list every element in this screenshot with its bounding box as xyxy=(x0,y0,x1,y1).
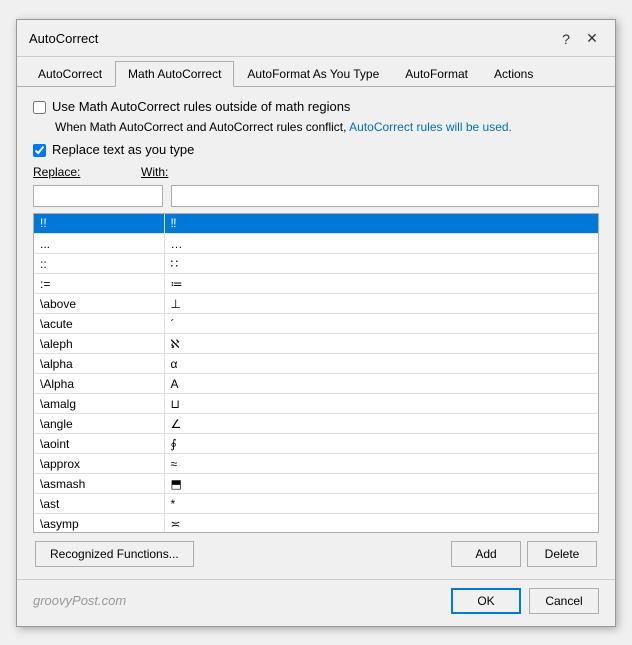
with-col-header: With: xyxy=(141,165,168,179)
tab-autoformat[interactable]: AutoFormat xyxy=(392,61,481,87)
tab-autocorrect[interactable]: AutoCorrect xyxy=(25,61,115,87)
tab-math-autocorrect[interactable]: Math AutoCorrect xyxy=(115,61,234,87)
with-cell: … xyxy=(164,234,598,254)
outside-math-checkbox[interactable] xyxy=(33,101,46,114)
autocorrect-dialog: AutoCorrect ? ✕ AutoCorrect Math AutoCor… xyxy=(16,19,616,627)
add-delete-buttons: Add Delete xyxy=(451,541,597,567)
replace-cell: ... xyxy=(34,234,164,254)
main-content: Use Math AutoCorrect rules outside of ma… xyxy=(17,87,615,579)
with-cell: * xyxy=(164,494,598,514)
table-row[interactable]: :=≔ xyxy=(34,274,598,294)
replace-cell: \asymp xyxy=(34,514,164,533)
table: !!‼...…::∷:=≔\above⊥\acute´\alephℵ\alpha… xyxy=(34,214,598,533)
with-cell: ∮ xyxy=(164,434,598,454)
table-row[interactable]: \alephℵ xyxy=(34,334,598,354)
replace-checkbox[interactable] xyxy=(33,144,46,157)
watermark: groovyPost.com xyxy=(33,593,126,608)
table-row[interactable]: \approx≈ xyxy=(34,454,598,474)
add-button[interactable]: Add xyxy=(451,541,521,567)
autocorrect-table[interactable]: !!‼...…::∷:=≔\above⊥\acute´\alephℵ\alpha… xyxy=(33,213,599,533)
column-headers: Replace: With: xyxy=(33,165,599,179)
with-cell: ℵ xyxy=(164,334,598,354)
replace-with-section: Replace: With: !!‼...…::∷:=≔\above⊥\acut… xyxy=(33,165,599,533)
ok-cancel-buttons: OK Cancel xyxy=(451,588,599,614)
table-row[interactable]: \angle∠ xyxy=(34,414,598,434)
replace-cell: \aleph xyxy=(34,334,164,354)
replace-cell: \asmash xyxy=(34,474,164,494)
input-row xyxy=(33,185,599,207)
with-cell: A xyxy=(164,374,598,394)
replace-cell: \above xyxy=(34,294,164,314)
replace-cell: := xyxy=(34,274,164,294)
replace-cell: \alpha xyxy=(34,354,164,374)
title-controls: ? ✕ xyxy=(555,28,603,50)
table-row[interactable]: \AlphaA xyxy=(34,374,598,394)
replace-cell: !! xyxy=(34,214,164,234)
replace-label-text[interactable]: Replace text as you type xyxy=(52,142,194,157)
replace-input[interactable] xyxy=(33,185,163,207)
table-row[interactable]: \above⊥ xyxy=(34,294,598,314)
replace-cell: \acute xyxy=(34,314,164,334)
with-cell: ‼ xyxy=(164,214,598,234)
replace-as-you-type-row: Replace text as you type xyxy=(33,142,599,157)
with-cell: ⬒ xyxy=(164,474,598,494)
replace-cell: \angle xyxy=(34,414,164,434)
tab-actions[interactable]: Actions xyxy=(481,61,546,87)
table-row[interactable]: \ast* xyxy=(34,494,598,514)
footer: groovyPost.com OK Cancel xyxy=(17,579,615,626)
replace-cell: \approx xyxy=(34,454,164,474)
replace-cell: \amalg xyxy=(34,394,164,414)
table-row[interactable]: \asmash⬒ xyxy=(34,474,598,494)
with-input[interactable] xyxy=(171,185,599,207)
tab-autoformat-type[interactable]: AutoFormat As You Type xyxy=(234,61,392,87)
table-row[interactable]: \acute´ xyxy=(34,314,598,334)
table-row[interactable]: \alphaα xyxy=(34,354,598,374)
tabs-bar: AutoCorrect Math AutoCorrect AutoFormat … xyxy=(17,61,615,87)
table-row[interactable]: !!‼ xyxy=(34,214,598,234)
table-row[interactable]: \aoint∮ xyxy=(34,434,598,454)
cancel-button[interactable]: Cancel xyxy=(529,588,599,614)
with-cell: ∠ xyxy=(164,414,598,434)
bottom-buttons: Recognized Functions... Add Delete xyxy=(33,541,599,567)
with-cell: ⊥ xyxy=(164,294,598,314)
table-row[interactable]: ::∷ xyxy=(34,254,598,274)
with-cell: ≍ xyxy=(164,514,598,533)
outside-math-label[interactable]: Use Math AutoCorrect rules outside of ma… xyxy=(52,99,350,114)
replace-cell: \Alpha xyxy=(34,374,164,394)
with-cell: ´ xyxy=(164,314,598,334)
with-cell: ⊔ xyxy=(164,394,598,414)
replace-cell: \aoint xyxy=(34,434,164,454)
table-row[interactable]: \amalg⊔ xyxy=(34,394,598,414)
replace-col-header: Replace: xyxy=(33,165,133,179)
dialog-title: AutoCorrect xyxy=(29,31,98,46)
close-button[interactable]: ✕ xyxy=(581,28,603,50)
outside-math-row: Use Math AutoCorrect rules outside of ma… xyxy=(33,99,599,114)
delete-button[interactable]: Delete xyxy=(527,541,597,567)
recognized-functions-button[interactable]: Recognized Functions... xyxy=(35,541,194,567)
replace-cell: \ast xyxy=(34,494,164,514)
help-button[interactable]: ? xyxy=(555,28,577,50)
with-cell: α xyxy=(164,354,598,374)
table-row[interactable]: ...… xyxy=(34,234,598,254)
with-cell: ≔ xyxy=(164,274,598,294)
conflict-note: When Math AutoCorrect and AutoCorrect ru… xyxy=(55,120,599,134)
with-cell: ∷ xyxy=(164,254,598,274)
replace-cell: :: xyxy=(34,254,164,274)
ok-button[interactable]: OK xyxy=(451,588,521,614)
table-row[interactable]: \asymp≍ xyxy=(34,514,598,533)
title-bar: AutoCorrect ? ✕ xyxy=(17,20,615,57)
with-cell: ≈ xyxy=(164,454,598,474)
